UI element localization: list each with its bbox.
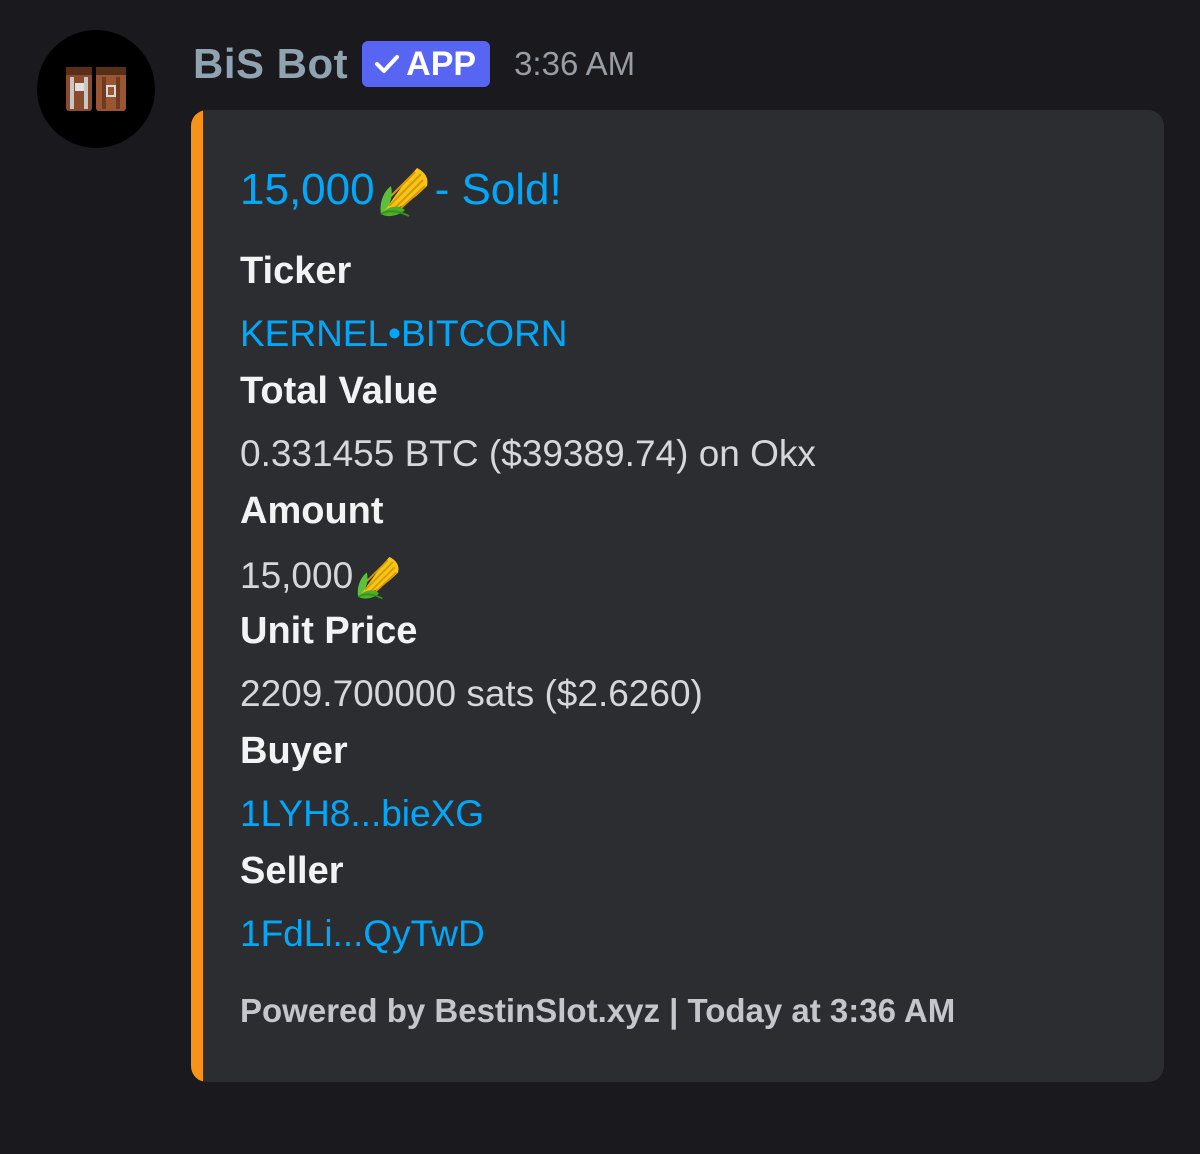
username[interactable]: BiS Bot xyxy=(193,40,348,88)
corn-emoji-icon xyxy=(380,168,428,217)
embed-title-suffix: - Sold! xyxy=(434,165,562,214)
message-header: BiS Bot APP 3:36 AM xyxy=(193,38,635,90)
app-badge-label: APP xyxy=(406,44,477,83)
chat-message: BiS Bot APP 3:36 AM 15,000 - Sold! Ticke… xyxy=(0,0,1200,1154)
field-amount-value: 15,000 xyxy=(240,548,405,604)
embed-card: 15,000 - Sold! Ticker KERNEL•BITCORN Tot… xyxy=(191,110,1164,1082)
field-buyer-value[interactable]: 1LYH8...bieXG xyxy=(240,793,484,835)
field-seller-value[interactable]: 1FdLi...QyTwD xyxy=(240,913,485,955)
app-badge: APP xyxy=(362,41,491,87)
field-ticker-value[interactable]: KERNEL•BITCORN xyxy=(240,313,568,355)
corn-emoji-icon xyxy=(357,556,399,600)
field-seller-name: Seller xyxy=(240,850,344,892)
checkmark-icon xyxy=(375,55,400,73)
embed-title-amount: 15,000 xyxy=(240,165,375,214)
treasure-chest-icon xyxy=(66,67,126,111)
field-unit-price-name: Unit Price xyxy=(240,610,418,652)
field-total-value-name: Total Value xyxy=(240,370,438,412)
field-amount-text: 15,000 xyxy=(240,555,354,596)
bot-avatar[interactable] xyxy=(37,30,155,148)
message-timestamp[interactable]: 3:36 AM xyxy=(514,45,635,83)
embed-title[interactable]: 15,000 - Sold! xyxy=(240,162,562,218)
embed-footer: Powered by BestinSlot.xyz | Today at 3:3… xyxy=(240,992,956,1029)
field-unit-price-value: 2209.700000 sats ($2.6260) xyxy=(240,673,703,714)
field-total-value-value: 0.331455 BTC ($39389.74) on Okx xyxy=(240,433,816,474)
field-amount-name: Amount xyxy=(240,490,384,532)
field-buyer-name: Buyer xyxy=(240,730,348,772)
field-ticker-name: Ticker xyxy=(240,250,352,292)
embed-accent-bar xyxy=(191,110,203,1082)
